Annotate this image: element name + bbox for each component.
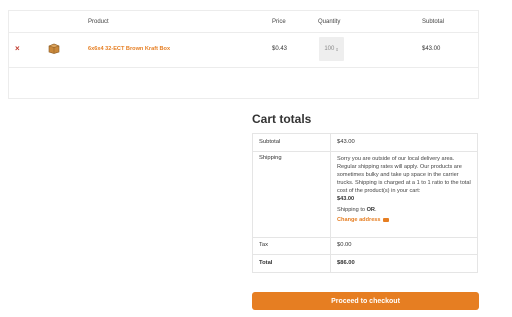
shipping-to-state: OR (366, 207, 375, 213)
cart-totals-title: Cart totals (252, 112, 312, 126)
column-divider (330, 134, 331, 272)
proceed-to-checkout-button[interactable]: Proceed to checkout (252, 292, 479, 310)
header-subtotal: Subtotal (422, 19, 445, 25)
change-address-link[interactable]: Change address (337, 217, 381, 223)
remove-item-icon[interactable]: × (15, 45, 20, 53)
shipping-info: Sorry you are outside of our local deliv… (337, 155, 473, 224)
quantity-value[interactable]: 100 (324, 46, 334, 52)
box-thumbnail-icon[interactable] (47, 41, 61, 54)
product-link[interactable]: 6x6x4 32-ECT Brown Kraft Box (88, 46, 170, 52)
truck-icon[interactable] (382, 217, 389, 222)
item-subtotal: $43.00 (422, 46, 441, 52)
tax-value: $0.00 (337, 242, 352, 248)
cart-totals-table: Subtotal $43.00 Shipping Sorry you are o… (252, 133, 478, 273)
change-address-row: Change address (337, 216, 473, 224)
shipping-to-prefix: Shipping to (337, 207, 365, 213)
shipping-to-suffix: . (374, 207, 377, 213)
shipping-message: Sorry you are outside of our local deliv… (337, 156, 471, 194)
subtotal-label: Subtotal (259, 139, 281, 145)
total-label: Total (259, 260, 273, 266)
quantity-stepper[interactable]: 100 ⇕ (319, 37, 344, 61)
shipping-destination: Shipping to OR. (337, 206, 473, 214)
tax-label: Tax (259, 242, 269, 248)
totals-divider (253, 151, 477, 152)
subtotal-value: $43.00 (337, 139, 355, 145)
header-product: Product (88, 19, 109, 25)
stepper-arrows-icon[interactable]: ⇕ (335, 47, 338, 52)
totals-divider (253, 254, 477, 255)
header-price: Price (272, 19, 286, 25)
header-quantity: Quantity (318, 19, 341, 25)
shipping-amount: $43.00 (337, 196, 355, 202)
total-value: $86.00 (337, 260, 355, 266)
header-divider (9, 32, 478, 33)
totals-divider (253, 237, 477, 238)
item-price: $0.43 (272, 46, 288, 52)
row-divider (9, 67, 478, 68)
cart-table: Product Price Quantity Subtotal × 6x6x4 … (8, 10, 479, 99)
shipping-label: Shipping (259, 155, 282, 161)
